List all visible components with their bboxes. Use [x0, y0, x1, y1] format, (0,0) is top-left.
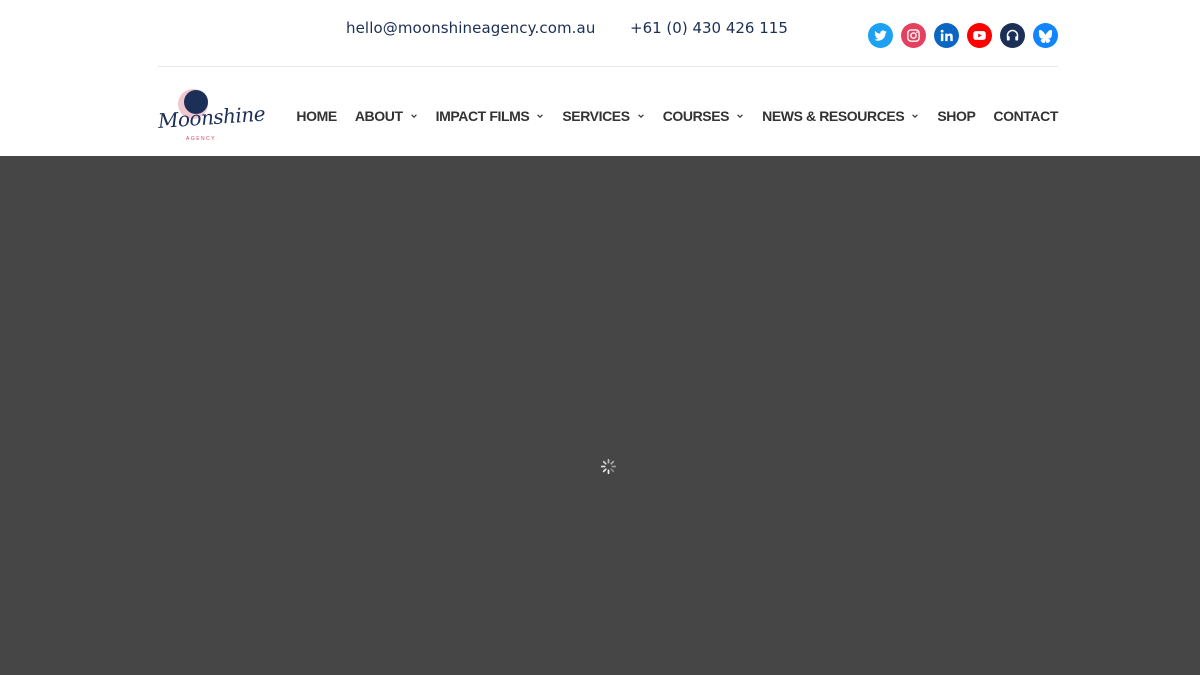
linkedin-icon: [940, 29, 953, 42]
nav-home-label: HOME: [296, 108, 337, 124]
loading-spinner-icon: [600, 458, 617, 475]
nav-services-label: SERVICES: [562, 108, 630, 124]
instagram-link[interactable]: [901, 23, 926, 48]
podcast-link[interactable]: [1000, 23, 1025, 48]
nav-news-resources-label: NEWS & RESOURCES: [762, 108, 905, 124]
chevron-down-icon: [537, 114, 544, 119]
nav-courses[interactable]: COURSES: [663, 108, 744, 124]
instagram-icon: [907, 29, 920, 42]
chevron-down-icon: [737, 114, 743, 119]
contact-email-link[interactable]: hello@moonshineagency.com.au: [346, 19, 595, 37]
nav-contact-label: CONTACT: [993, 108, 1058, 124]
nav-news-resources[interactable]: NEWS & RESOURCES: [762, 108, 919, 124]
nav-about-label: ABOUT: [354, 108, 403, 124]
linkedin-link[interactable]: [934, 23, 959, 48]
twitter-icon: [874, 30, 887, 41]
contact-phone-link[interactable]: +61 (0) 430 426 115: [630, 19, 788, 37]
chevron-down-icon: [912, 114, 919, 119]
hero-section: [0, 156, 1200, 675]
social-links: [868, 23, 1058, 48]
logo-subtitle: AGENCY: [186, 136, 217, 142]
nav-shop[interactable]: SHOP: [937, 108, 975, 124]
moonshine-agency-logo[interactable]: Moonshine AGENCY: [157, 87, 266, 147]
bluesky-link[interactable]: [1033, 23, 1058, 48]
nav-courses-label: COURSES: [662, 108, 730, 124]
youtube-link[interactable]: [967, 23, 992, 48]
twitter-link[interactable]: [868, 23, 893, 48]
youtube-icon: [973, 31, 986, 40]
nav-home[interactable]: HOME: [296, 108, 337, 124]
nav-about[interactable]: ABOUT: [355, 108, 418, 124]
bluesky-icon: [1038, 29, 1053, 43]
chevron-down-icon: [637, 114, 644, 119]
primary-menu: HOME ABOUT IMPACT FILMS SERVICES COURSES…: [296, 108, 1058, 124]
top-bar: hello@moonshineagency.com.au +61 (0) 430…: [158, 0, 1058, 67]
nav-impact-films-label: IMPACT FILMS: [435, 108, 530, 124]
podcast-icon: [1006, 29, 1019, 41]
chevron-down-icon: [410, 114, 417, 119]
nav-impact-films[interactable]: IMPACT FILMS: [436, 108, 545, 124]
nav-shop-label: SHOP: [937, 108, 976, 124]
nav-contact[interactable]: CONTACT: [993, 108, 1058, 124]
nav-services[interactable]: SERVICES: [562, 108, 644, 124]
main-header: Moonshine AGENCY HOME ABOUT IMPACT FILMS…: [157, 67, 1058, 156]
